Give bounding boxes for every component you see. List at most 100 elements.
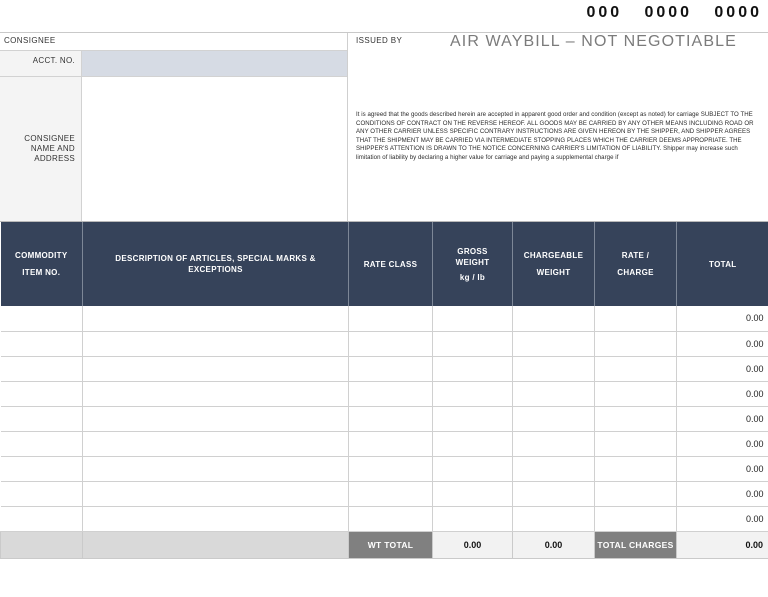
cell-rate-charge[interactable] <box>594 356 677 382</box>
cell-total[interactable]: 0.00 <box>676 481 768 507</box>
header-line-2: EXCEPTIONS <box>188 265 243 274</box>
header-line-1: RATE CLASS <box>363 259 418 269</box>
cell-chargeable-weight[interactable] <box>512 431 595 457</box>
cell-chargeable-weight[interactable] <box>512 506 595 532</box>
consignee-address-row: CONSIGNEE NAME AND ADDRESS <box>0 76 347 221</box>
cell-rate-charge[interactable] <box>594 306 677 332</box>
table-row[interactable]: 0.00 <box>0 506 768 532</box>
cell-gross-weight[interactable] <box>432 506 513 532</box>
consignee-block: CONSIGNEE ACCT. NO. CONSIGNEE NAME AND A… <box>0 33 348 221</box>
waybill-topbar: 000 0000 0000 <box>0 0 768 32</box>
cell-chargeable-weight[interactable] <box>512 331 595 357</box>
cell-chargeable-weight[interactable] <box>512 456 595 482</box>
cell-rate-class[interactable] <box>348 481 433 507</box>
cell-description[interactable] <box>82 306 349 332</box>
cell-total[interactable]: 0.00 <box>676 431 768 457</box>
column-header-description: DESCRIPTION OF ARTICLES, SPECIAL MARKS &… <box>82 222 349 306</box>
table-header-row: COMMODITY ITEM NO. DESCRIPTION OF ARTICL… <box>0 222 768 306</box>
cell-commodity[interactable] <box>0 356 83 382</box>
cell-gross-weight[interactable] <box>432 431 513 457</box>
issued-by-carrier-area[interactable] <box>348 63 768 111</box>
table-row[interactable]: 0.00 <box>0 456 768 482</box>
cell-rate-class[interactable] <box>348 331 433 357</box>
cell-rate-charge[interactable] <box>594 481 677 507</box>
cell-total[interactable]: 0.00 <box>676 381 768 407</box>
cell-rate-class[interactable] <box>348 431 433 457</box>
waybill-upper-section: CONSIGNEE ACCT. NO. CONSIGNEE NAME AND A… <box>0 32 768 222</box>
cell-chargeable-weight[interactable] <box>512 356 595 382</box>
cell-commodity[interactable] <box>0 306 83 332</box>
cell-total[interactable]: 0.00 <box>676 356 768 382</box>
cell-gross-weight[interactable] <box>432 306 513 332</box>
column-header-commodity-item-no: COMMODITY ITEM NO. <box>0 222 83 306</box>
table-row[interactable]: 0.00 <box>0 331 768 357</box>
cell-description[interactable] <box>82 331 349 357</box>
cell-description[interactable] <box>82 381 349 407</box>
cell-rate-charge[interactable] <box>594 381 677 407</box>
cell-commodity[interactable] <box>0 406 83 432</box>
cell-rate-class[interactable] <box>348 456 433 482</box>
cell-commodity[interactable] <box>0 431 83 457</box>
cell-rate-class[interactable] <box>348 381 433 407</box>
cell-commodity[interactable] <box>0 456 83 482</box>
cell-description[interactable] <box>82 431 349 457</box>
cell-chargeable-weight[interactable] <box>512 406 595 432</box>
cell-total[interactable]: 0.00 <box>676 456 768 482</box>
header-line-3: kg / lb <box>459 272 486 282</box>
cell-commodity[interactable] <box>0 506 83 532</box>
table-row[interactable]: 0.00 <box>0 431 768 457</box>
table-row[interactable]: 0.00 <box>0 306 768 332</box>
cell-rate-charge[interactable] <box>594 431 677 457</box>
cell-description[interactable] <box>82 456 349 482</box>
cell-chargeable-weight[interactable] <box>512 306 595 332</box>
cell-commodity[interactable] <box>0 331 83 357</box>
table-row[interactable]: 0.00 <box>0 356 768 382</box>
column-header-rate-charge: RATE / CHARGE <box>594 222 677 306</box>
table-row[interactable]: 0.00 <box>0 381 768 407</box>
cell-rate-class[interactable] <box>348 306 433 332</box>
cell-total[interactable]: 0.00 <box>676 406 768 432</box>
cell-rate-charge[interactable] <box>594 331 677 357</box>
acct-no-input[interactable] <box>82 51 347 76</box>
page-title: AIR WAYBILL – NOT NEGOTIABLE <box>450 33 737 50</box>
cell-description[interactable] <box>82 406 349 432</box>
conditions-of-contract-text: It is agreed that the goods described he… <box>356 111 754 161</box>
issued-by-block: ISSUED BY AIR WAYBILL – NOT NEGOTIABLE I… <box>348 33 768 221</box>
cell-description[interactable] <box>82 506 349 532</box>
cell-total[interactable]: 0.00 <box>676 306 768 332</box>
cell-rate-class[interactable] <box>348 506 433 532</box>
acct-no-label: ACCT. NO. <box>0 51 82 76</box>
cell-gross-weight[interactable] <box>432 456 513 482</box>
cell-rate-charge[interactable] <box>594 406 677 432</box>
chargeable-weight-total-value: 0.00 <box>512 530 595 559</box>
waybill-number: 000 0000 0000 <box>586 4 762 21</box>
cell-rate-class[interactable] <box>348 406 433 432</box>
cell-rate-charge[interactable] <box>594 506 677 532</box>
cell-gross-weight[interactable] <box>432 481 513 507</box>
cell-gross-weight[interactable] <box>432 406 513 432</box>
header-line-1: COMMODITY <box>15 251 68 260</box>
cell-commodity[interactable] <box>0 381 83 407</box>
cell-total[interactable]: 0.00 <box>676 331 768 357</box>
cell-gross-weight[interactable] <box>432 331 513 357</box>
cell-commodity[interactable] <box>0 481 83 507</box>
consignee-name-address-label: CONSIGNEE NAME AND ADDRESS <box>0 77 82 221</box>
cell-gross-weight[interactable] <box>432 356 513 382</box>
header-line-1: RATE / <box>621 251 650 260</box>
table-row[interactable]: 0.00 <box>0 481 768 507</box>
table-row[interactable]: 0.00 <box>0 406 768 432</box>
cell-total[interactable]: 0.00 <box>676 506 768 532</box>
cell-rate-class[interactable] <box>348 356 433 382</box>
total-charges-value: 0.00 <box>676 530 768 559</box>
cell-chargeable-weight[interactable] <box>512 481 595 507</box>
cell-description[interactable] <box>82 356 349 382</box>
column-header-total: TOTAL <box>676 222 768 306</box>
column-header-rate-class: RATE CLASS <box>348 222 433 306</box>
cell-gross-weight[interactable] <box>432 381 513 407</box>
cell-chargeable-weight[interactable] <box>512 381 595 407</box>
consignee-name-address-input[interactable] <box>82 77 347 221</box>
header-line-2: CHARGE <box>617 268 654 277</box>
cell-rate-charge[interactable] <box>594 456 677 482</box>
gross-weight-total-value: 0.00 <box>432 530 513 559</box>
cell-description[interactable] <box>82 481 349 507</box>
